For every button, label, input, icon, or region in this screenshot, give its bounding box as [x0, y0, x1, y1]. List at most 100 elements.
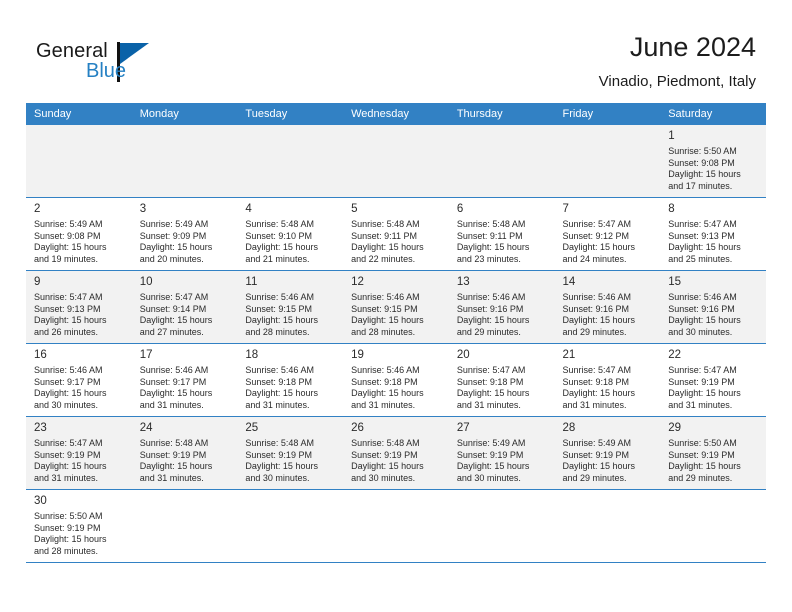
day-details: Sunrise: 5:50 AM Sunset: 9:08 PM Daylight:… [668, 146, 760, 192]
calendar-day-cell: 6 Sunrise: 5:48 AM Sunset: 9:11 PM Daylight… [448, 198, 555, 271]
day-details: Sunrise: 5:46 AM Sunset: 9:17 PM Daylight:… [140, 365, 232, 411]
day-cell-14[interactable]: 14 Sunrise: 5:46 AM Sunset: 9:16 PM Dayligh… [554, 271, 661, 344]
day-detail-sunrise: Sunrise: 5:50 AM [668, 438, 737, 448]
general-blue-logo[interactable]: General Blue [36, 40, 236, 92]
day-details: Sunrise: 5:48 AM Sunset: 9:10 PM Daylight:… [245, 219, 337, 265]
day-details: Sunrise: 5:48 AM Sunset: 9:11 PM Daylight:… [351, 219, 443, 265]
day-detail-sunrise: Sunrise: 5:46 AM [245, 365, 314, 375]
day-details: Sunrise: 5:48 AM Sunset: 9:19 PM Daylight:… [351, 438, 443, 484]
day-cell-empty [131, 125, 238, 198]
day-detail-sunset: Sunset: 9:19 PM [139, 449, 207, 460]
day-details: Sunrise: 5:47 AM Sunset: 9:19 PM Daylight:… [34, 438, 126, 484]
day-details: Sunrise: 5:47 AM Sunset: 9:18 PM Daylight:… [563, 365, 655, 411]
day-detail-daylight1: Daylight: 15 hours [668, 169, 741, 180]
calendar-day-cell [448, 490, 555, 563]
day-detail-sunrise: Sunrise: 5:46 AM [351, 292, 420, 302]
day-cell-23[interactable]: 23 Sunrise: 5:47 AM Sunset: 9:19 PM Dayligh… [26, 417, 132, 490]
calendar-day-cell: 21 Sunrise: 5:47 AM Sunset: 9:18 PM Dayligh… [554, 344, 661, 417]
calendar-day-cell [237, 490, 344, 563]
day-detail-sunset: Sunset: 9:13 PM [668, 230, 735, 241]
calendar-body: 1 Sunrise: 5:50 AM Sunset: 9:08 PM Daylight… [26, 125, 766, 563]
day-number: 13 [456, 276, 470, 288]
day-cell-1[interactable]: 1 Sunrise: 5:50 AM Sunset: 9:08 PM Daylight… [660, 125, 766, 198]
day-detail-sunset: Sunset: 9:18 PM [562, 376, 630, 387]
day-number: 10 [139, 276, 153, 288]
day-detail-sunrise: Sunrise: 5:46 AM [668, 292, 737, 302]
day-details: Sunrise: 5:46 AM Sunset: 9:18 PM Daylight:… [351, 365, 443, 411]
day-number: 27 [456, 422, 470, 434]
day-number: 25 [245, 422, 259, 434]
day-cell-16[interactable]: 16 Sunrise: 5:46 AM Sunset: 9:17 PM Dayligh… [26, 344, 132, 417]
day-detail-daylight2: and 24 minutes. [562, 253, 627, 264]
day-detail-daylight2: and 28 minutes. [245, 326, 310, 337]
day-detail-daylight1: Daylight: 15 hours [456, 242, 530, 253]
day-detail-sunset: Sunset: 9:16 PM [668, 303, 735, 314]
day-detail-daylight2: and 29 minutes. [562, 472, 627, 483]
day-cell-25[interactable]: 25 Sunrise: 5:48 AM Sunset: 9:19 PM Dayligh… [237, 417, 344, 490]
day-cell-20[interactable]: 20 Sunrise: 5:47 AM Sunset: 9:18 PM Dayligh… [448, 344, 555, 417]
day-detail-sunset: Sunset: 9:17 PM [139, 376, 207, 387]
day-detail-sunrise: Sunrise: 5:46 AM [139, 365, 209, 375]
day-details: Sunrise: 5:47 AM Sunset: 9:18 PM Daylight:… [457, 365, 549, 411]
day-number: 6 [456, 203, 464, 215]
day-detail-sunset: Sunset: 9:19 PM [668, 449, 735, 460]
day-cell-29[interactable]: 29 Sunrise: 5:50 AM Sunset: 9:19 PM Dayligh… [660, 417, 766, 490]
calendar-day-cell [660, 490, 766, 563]
day-number: 12 [351, 276, 364, 288]
day-details: Sunrise: 5:50 AM Sunset: 9:19 PM Daylight:… [668, 438, 760, 484]
day-cell-10[interactable]: 10 Sunrise: 5:47 AM Sunset: 9:14 PM Dayligh… [131, 271, 238, 344]
day-cell-12[interactable]: 12 Sunrise: 5:46 AM Sunset: 9:15 PM Dayligh… [343, 271, 449, 344]
day-details: Sunrise: 5:46 AM Sunset: 9:15 PM Daylight:… [351, 292, 443, 338]
weekday-header-wednesday: Wednesday [343, 103, 449, 125]
day-details: Sunrise: 5:46 AM Sunset: 9:18 PM Daylight:… [245, 365, 337, 411]
day-cell-24[interactable]: 24 Sunrise: 5:48 AM Sunset: 9:19 PM Dayligh… [131, 417, 238, 490]
day-cell-18[interactable]: 18 Sunrise: 5:46 AM Sunset: 9:18 PM Dayligh… [237, 344, 344, 417]
day-detail-sunrise: Sunrise: 5:46 AM [34, 365, 103, 375]
day-cell-19[interactable]: 19 Sunrise: 5:46 AM Sunset: 9:18 PM Dayligh… [343, 344, 449, 417]
day-cell-3[interactable]: 3 Sunrise: 5:49 AM Sunset: 9:09 PM Daylight… [131, 198, 238, 271]
day-cell-22[interactable]: 22 Sunrise: 5:47 AM Sunset: 9:19 PM Dayligh… [660, 344, 766, 417]
day-number [351, 490, 443, 511]
day-detail-daylight1: Daylight: 15 hours [351, 242, 424, 253]
calendar-week-row: 9 Sunrise: 5:47 AM Sunset: 9:13 PM Daylight… [26, 271, 766, 344]
day-number: 23 [34, 422, 47, 434]
day-detail-sunrise: Sunrise: 5:50 AM [668, 146, 737, 156]
day-detail-daylight1: Daylight: 15 hours [562, 242, 636, 253]
day-cell-17[interactable]: 17 Sunrise: 5:46 AM Sunset: 9:17 PM Dayligh… [131, 344, 238, 417]
day-detail-sunrise: Sunrise: 5:48 AM [456, 219, 526, 229]
calendar-day-cell [131, 125, 238, 198]
calendar-day-cell: 2 Sunrise: 5:49 AM Sunset: 9:08 PM Daylight… [26, 198, 132, 271]
calendar-day-cell: 12 Sunrise: 5:46 AM Sunset: 9:15 PM Dayligh… [343, 271, 449, 344]
day-cell-9[interactable]: 9 Sunrise: 5:47 AM Sunset: 9:13 PM Daylight… [26, 271, 132, 344]
day-detail-daylight1: Daylight: 15 hours [562, 461, 636, 472]
day-cell-empty [237, 490, 344, 563]
day-detail-daylight1: Daylight: 15 hours [456, 461, 530, 472]
day-cell-4[interactable]: 4 Sunrise: 5:48 AM Sunset: 9:10 PM Daylight… [237, 198, 344, 271]
day-cell-13[interactable]: 13 Sunrise: 5:46 AM Sunset: 9:16 PM Dayligh… [448, 271, 555, 344]
day-cell-15[interactable]: 15 Sunrise: 5:46 AM Sunset: 9:16 PM Dayligh… [660, 271, 766, 344]
day-number: 3 [139, 203, 147, 215]
day-detail-daylight1: Daylight: 15 hours [668, 315, 741, 326]
calendar-page: General Blue June 2024 Vinadio, Piedmont… [0, 0, 792, 612]
day-detail-daylight1: Daylight: 15 hours [668, 461, 741, 472]
day-detail-sunrise: Sunrise: 5:46 AM [456, 292, 526, 302]
day-cell-5[interactable]: 5 Sunrise: 5:48 AM Sunset: 9:11 PM Daylight… [343, 198, 449, 271]
day-detail-sunrise: Sunrise: 5:47 AM [456, 365, 526, 375]
day-detail-sunset: Sunset: 9:19 PM [34, 522, 101, 533]
day-cell-2[interactable]: 2 Sunrise: 5:49 AM Sunset: 9:08 PM Daylight… [26, 198, 132, 271]
day-number [245, 490, 337, 511]
day-cell-11[interactable]: 11 Sunrise: 5:46 AM Sunset: 9:15 PM Dayligh… [237, 271, 344, 344]
day-cell-28[interactable]: 28 Sunrise: 5:49 AM Sunset: 9:19 PM Dayligh… [554, 417, 661, 490]
day-cell-21[interactable]: 21 Sunrise: 5:47 AM Sunset: 9:18 PM Dayligh… [554, 344, 661, 417]
calendar-day-cell [554, 490, 661, 563]
day-detail-sunrise: Sunrise: 5:48 AM [351, 219, 420, 229]
day-cell-7[interactable]: 7 Sunrise: 5:47 AM Sunset: 9:12 PM Daylight… [554, 198, 661, 271]
day-cell-8[interactable]: 8 Sunrise: 5:47 AM Sunset: 9:13 PM Daylight… [660, 198, 766, 271]
day-detail-sunset: Sunset: 9:09 PM [139, 230, 207, 241]
day-cell-26[interactable]: 26 Sunrise: 5:48 AM Sunset: 9:19 PM Dayligh… [343, 417, 449, 490]
day-cell-27[interactable]: 27 Sunrise: 5:49 AM Sunset: 9:19 PM Dayligh… [448, 417, 555, 490]
day-cell-6[interactable]: 6 Sunrise: 5:48 AM Sunset: 9:11 PM Daylight… [448, 198, 555, 271]
day-cell-30[interactable]: 30 Sunrise: 5:50 AM Sunset: 9:19 PM Dayligh… [26, 490, 132, 563]
calendar-day-cell: 26 Sunrise: 5:48 AM Sunset: 9:19 PM Dayligh… [343, 417, 449, 490]
day-detail-daylight2: and 21 minutes. [245, 253, 310, 264]
